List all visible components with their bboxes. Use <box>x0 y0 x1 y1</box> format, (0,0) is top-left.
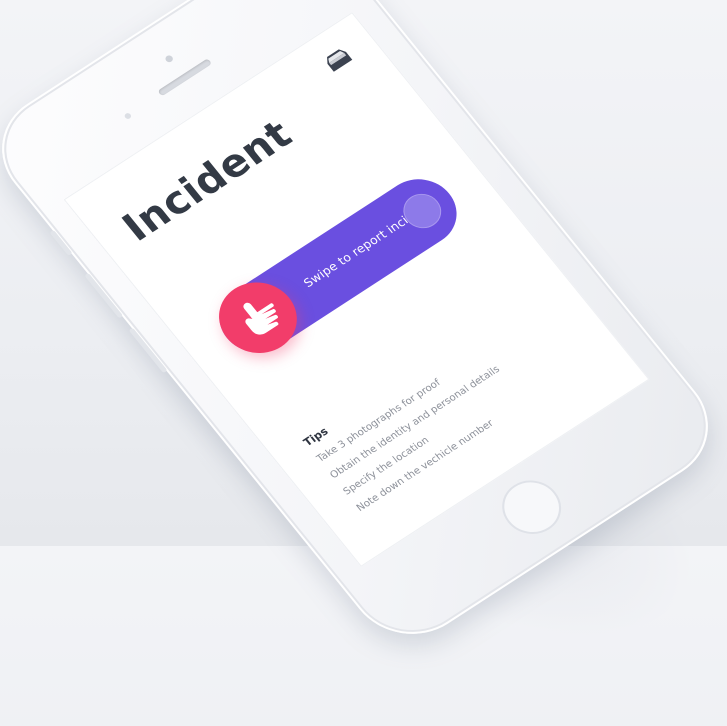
front-camera <box>164 54 175 64</box>
page-title: Incident <box>114 111 301 251</box>
tips-section: Tips Take 3 photographs for proof Obtain… <box>301 330 535 521</box>
tip-item: Obtain the identity and personal details <box>328 363 503 482</box>
mute-switch <box>49 229 73 256</box>
hand-pointer-icon <box>243 302 279 335</box>
app-screen: Incident Swipe to report incident Tips T… <box>63 12 650 567</box>
proximity-sensor <box>123 112 133 121</box>
earpiece-speaker <box>157 58 213 97</box>
inbox-icon[interactable] <box>321 45 355 75</box>
scene: Incident Swipe to report incident Tips T… <box>0 0 727 726</box>
home-button[interactable] <box>490 470 573 545</box>
